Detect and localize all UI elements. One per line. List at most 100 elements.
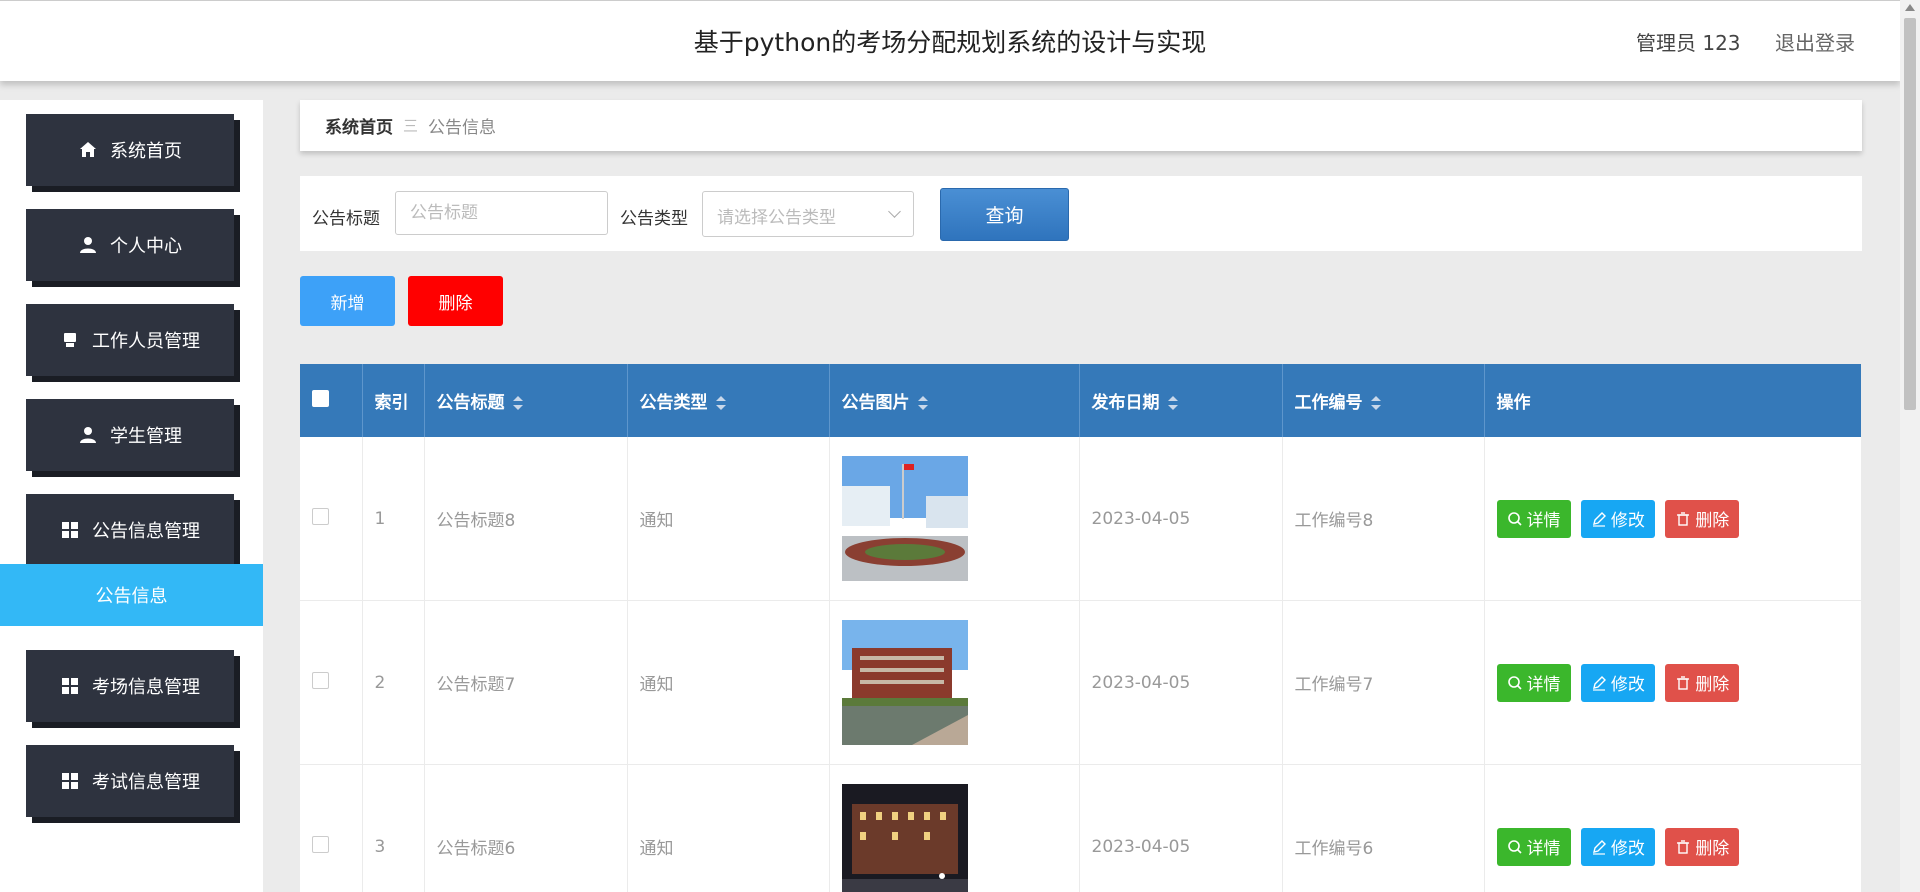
user-icon (80, 237, 96, 253)
query-button[interactable]: 查询 (940, 188, 1069, 241)
detail-button-label: 详情 (1526, 511, 1561, 531)
cell-title: 公告标题7 (424, 600, 628, 765)
current-user: 管理员 123 (1636, 31, 1741, 55)
user-icon (80, 427, 96, 443)
column-header-work-no[interactable]: 工作编号 (1282, 364, 1485, 437)
sidebar-item-label: 系统首页 (110, 141, 182, 162)
type-select-placeholder: 请选择公告类型 (717, 208, 836, 228)
cell-work-no: 工作编号6 (1282, 764, 1485, 892)
breadcrumb-current: 公告信息 (428, 118, 497, 138)
sidebar-item-announcements[interactable]: 公告信息管理 (26, 494, 234, 566)
cell-title: 公告标题8 (424, 437, 628, 601)
breadcrumb: 系统首页 三 公告信息 (300, 100, 1862, 151)
cell-image (829, 600, 1080, 765)
row-checkbox[interactable] (312, 671, 329, 689)
column-header-title[interactable]: 公告标题 (424, 364, 628, 437)
row-checkbox[interactable] (312, 835, 329, 853)
announcement-image[interactable] (841, 456, 968, 581)
detail-button[interactable]: 详情 (1496, 663, 1571, 702)
delete-button[interactable]: 删除 (1665, 499, 1740, 538)
scroll-up-icon[interactable] (1905, 4, 1915, 11)
search-icon (1507, 511, 1522, 526)
announcement-table: 索引 公告标题 公告类型 公告图片 发布日期 工作编号 操作 1 公告标题8 通… (300, 364, 1861, 892)
table-row: 2 公告标题7 通知 2023-04-05 工作编号7 详情 修改 删除 (300, 600, 1861, 765)
edit-button-label: 修改 (1610, 839, 1645, 859)
breadcrumb-home[interactable]: 系统首页 (325, 113, 393, 138)
cell-work-no: 工作编号8 (1282, 437, 1485, 601)
column-header-image[interactable]: 公告图片 (829, 364, 1080, 437)
cell-index: 2 (362, 600, 425, 765)
sort-icon[interactable] (512, 396, 523, 410)
grid-icon (62, 522, 78, 538)
sidebar-item-exam-rooms[interactable]: 考场信息管理 (26, 650, 234, 722)
sidebar-item-label: 公告信息管理 (92, 521, 200, 542)
type-select[interactable]: 请选择公告类型 (702, 191, 914, 237)
column-header-date[interactable]: 发布日期 (1079, 364, 1283, 437)
cell-work-no: 工作编号7 (1282, 600, 1485, 765)
sort-icon[interactable] (1167, 396, 1178, 410)
edit-button[interactable]: 修改 (1580, 499, 1655, 538)
detail-button[interactable]: 详情 (1496, 827, 1571, 866)
row-checkbox[interactable] (312, 507, 329, 525)
sidebar-item-label: 个人中心 (110, 236, 182, 257)
cell-actions: 详情 修改 删除 (1484, 437, 1861, 601)
sort-icon[interactable] (917, 396, 928, 410)
cell-actions: 详情 修改 删除 (1484, 600, 1861, 765)
type-filter-label: 公告类型 (620, 209, 688, 229)
sidebar: 系统首页 个人中心 工作人员管理 学生管理 公告信息管理 公告信息 考场信息管理… (0, 100, 263, 892)
home-icon (80, 142, 96, 157)
delete-button-label: 删除 (1695, 675, 1730, 695)
cell-image (829, 764, 1080, 892)
search-bar: 公告标题 公告类型 请选择公告类型 查询 (300, 176, 1862, 251)
sidebar-item-students[interactable]: 学生管理 (26, 399, 234, 471)
edit-icon (1592, 511, 1606, 527)
sidebar-item-home[interactable]: 系统首页 (26, 114, 234, 186)
detail-button-label: 详情 (1526, 675, 1561, 695)
delete-button[interactable]: 删除 (1665, 663, 1740, 702)
title-search-input[interactable] (395, 191, 608, 235)
table-row: 3 公告标题6 通知 2023-04-05 工作编号6 详情 修改 删除 (300, 764, 1861, 892)
edit-button-label: 修改 (1610, 675, 1645, 695)
sidebar-item-label: 考场信息管理 (92, 677, 200, 698)
cell-actions: 详情 修改 删除 (1484, 764, 1861, 892)
sidebar-subitem-announcement-info[interactable]: 公告信息 (0, 564, 263, 626)
sidebar-item-personal-center[interactable]: 个人中心 (26, 209, 234, 281)
logout-link[interactable]: 退出登录 (1775, 27, 1855, 56)
cell-title: 公告标题6 (424, 764, 628, 892)
detail-button-label: 详情 (1526, 839, 1561, 859)
top-header: 基于python的考场分配规划系统的设计与实现 管理员 123 退出登录 (0, 0, 1900, 81)
delete-button[interactable]: 删除 (1665, 827, 1740, 866)
bulk-delete-button[interactable]: 删除 (408, 276, 503, 326)
sidebar-item-label: 学生管理 (110, 426, 182, 447)
table-row: 1 公告标题8 通知 2023-04-05 工作编号8 详情 修改 删除 (300, 437, 1861, 601)
cell-date: 2023-04-05 (1079, 437, 1283, 601)
search-icon (1507, 839, 1522, 854)
cell-type: 通知 (627, 600, 830, 765)
edit-button[interactable]: 修改 (1580, 827, 1655, 866)
edit-icon (1592, 675, 1606, 691)
table-header-row: 索引 公告标题 公告类型 公告图片 发布日期 工作编号 操作 (300, 364, 1861, 437)
scrollbar-thumb[interactable] (1904, 18, 1916, 410)
column-header-index: 索引 (362, 364, 425, 437)
announcement-image[interactable] (841, 784, 968, 892)
cell-date: 2023-04-05 (1079, 600, 1283, 765)
sidebar-item-label: 工作人员管理 (92, 331, 200, 352)
trash-icon (1677, 511, 1690, 526)
select-all-checkbox[interactable] (312, 389, 329, 407)
sort-icon[interactable] (715, 396, 726, 410)
page-scrollbar[interactable] (1900, 0, 1920, 892)
announcement-image[interactable] (841, 620, 968, 745)
add-button[interactable]: 新增 (300, 276, 395, 326)
sort-icon[interactable] (1370, 396, 1381, 410)
search-icon (1507, 675, 1522, 690)
breadcrumb-separator: 三 (403, 117, 419, 135)
cell-index: 1 (362, 437, 425, 601)
edit-icon (1592, 839, 1606, 855)
detail-button[interactable]: 详情 (1496, 499, 1571, 538)
sidebar-item-exams[interactable]: 考试信息管理 (26, 745, 234, 817)
chevron-down-icon (888, 205, 901, 218)
edit-button[interactable]: 修改 (1580, 663, 1655, 702)
column-header-type[interactable]: 公告类型 (627, 364, 830, 437)
sidebar-item-staff[interactable]: 工作人员管理 (26, 304, 234, 376)
column-header-actions: 操作 (1484, 364, 1861, 437)
